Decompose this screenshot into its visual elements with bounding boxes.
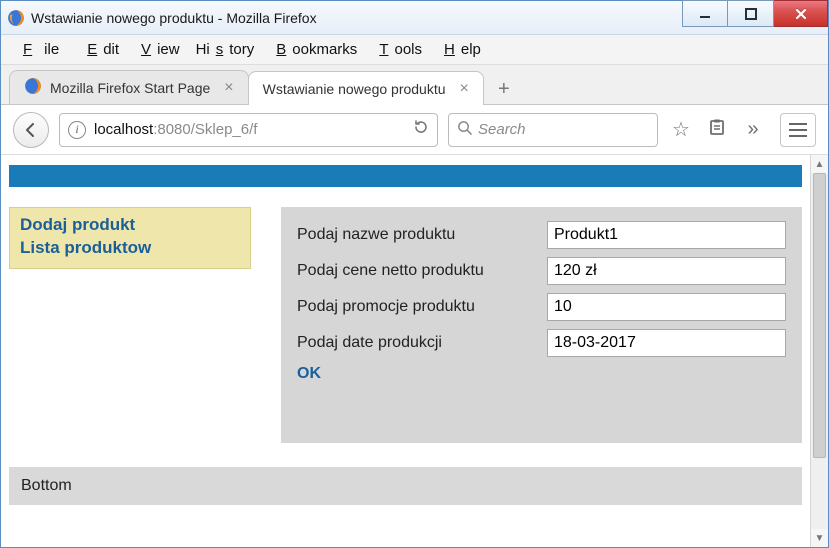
page-header-bar xyxy=(9,165,802,187)
overflow-chevron-icon[interactable]: » xyxy=(740,118,766,141)
menu-history[interactable]: History xyxy=(190,39,261,60)
site-info-icon[interactable]: i xyxy=(68,121,86,139)
page-content: Dodaj produkt Lista produktow Podaj nazw… xyxy=(1,155,810,547)
reload-icon[interactable] xyxy=(413,119,429,140)
tab-product-insert[interactable]: Wstawianie nowego produktu × xyxy=(248,71,484,105)
scroll-up-icon[interactable]: ▲ xyxy=(811,155,828,173)
label-product-promo: Podaj promocje produktu xyxy=(297,298,547,316)
search-box[interactable]: Search xyxy=(448,113,658,147)
scroll-down-icon[interactable]: ▼ xyxy=(811,529,828,547)
label-product-date: Podaj date produkcji xyxy=(297,334,547,352)
label-product-name: Podaj nazwe produktu xyxy=(297,226,547,244)
label-product-price: Podaj cene netto produktu xyxy=(297,262,547,280)
reader-clipboard-icon[interactable] xyxy=(704,118,730,142)
menu-tools[interactable]: Tools xyxy=(367,39,428,60)
page-viewport: Dodaj produkt Lista produktow Podaj nazw… xyxy=(1,155,828,547)
back-button[interactable] xyxy=(13,112,49,148)
window-controls xyxy=(682,1,828,34)
new-tab-button[interactable]: + xyxy=(487,74,521,104)
search-icon xyxy=(457,120,472,139)
menu-button[interactable] xyxy=(780,113,816,147)
menu-bookmarks[interactable]: Bookmarks xyxy=(264,39,363,60)
menu-file[interactable]: File xyxy=(11,39,71,60)
tab-label: Mozilla Firefox Start Page xyxy=(50,80,210,96)
firefox-icon xyxy=(7,9,25,27)
input-product-name[interactable] xyxy=(547,221,786,249)
window-title: Wstawianie nowego produktu - Mozilla Fir… xyxy=(31,10,317,26)
bookmark-star-icon[interactable]: ☆ xyxy=(668,117,694,142)
tab-start-page[interactable]: Mozilla Firefox Start Page × xyxy=(9,70,249,104)
sidebar-link-product-list[interactable]: Lista produktow xyxy=(20,237,240,260)
url-text: localhost:8080/Sklep_6/f xyxy=(94,121,405,138)
tab-close-icon[interactable]: × xyxy=(460,80,469,98)
input-product-promo[interactable] xyxy=(547,293,786,321)
sidebar-box: Dodaj produkt Lista produktow xyxy=(9,207,251,269)
menu-edit[interactable]: Edit xyxy=(75,39,125,60)
scroll-track[interactable] xyxy=(811,173,828,529)
sidebar-link-add-product[interactable]: Dodaj produkt xyxy=(20,214,240,237)
minimize-button[interactable] xyxy=(682,0,728,27)
tab-label: Wstawianie nowego produktu xyxy=(263,81,446,97)
menu-help[interactable]: Help xyxy=(432,39,487,60)
menubar: File Edit View History Bookmarks Tools H… xyxy=(1,35,828,65)
firefox-icon xyxy=(24,77,42,98)
browser-window: Wstawianie nowego produktu - Mozilla Fir… xyxy=(0,0,829,548)
nav-toolbar: i localhost:8080/Sklep_6/f Search ☆ » xyxy=(1,105,828,155)
menu-view[interactable]: View xyxy=(129,39,186,60)
maximize-button[interactable] xyxy=(728,0,774,27)
form-panel: Podaj nazwe produktu Podaj cene netto pr… xyxy=(281,207,802,443)
search-placeholder: Search xyxy=(478,121,526,138)
scroll-thumb[interactable] xyxy=(813,173,826,458)
url-bar[interactable]: i localhost:8080/Sklep_6/f xyxy=(59,113,438,147)
tabstrip: Mozilla Firefox Start Page × Wstawianie … xyxy=(1,65,828,105)
sidebar: Dodaj produkt Lista produktow xyxy=(9,207,251,443)
input-product-price[interactable] xyxy=(547,257,786,285)
close-button[interactable] xyxy=(774,0,828,27)
input-product-date[interactable] xyxy=(547,329,786,357)
titlebar: Wstawianie nowego produktu - Mozilla Fir… xyxy=(1,1,828,35)
tab-close-icon[interactable]: × xyxy=(224,79,233,97)
footer-text: Bottom xyxy=(21,477,72,494)
vertical-scrollbar[interactable]: ▲ ▼ xyxy=(810,155,828,547)
page-footer: Bottom xyxy=(9,467,802,505)
ok-link[interactable]: OK xyxy=(297,365,321,382)
